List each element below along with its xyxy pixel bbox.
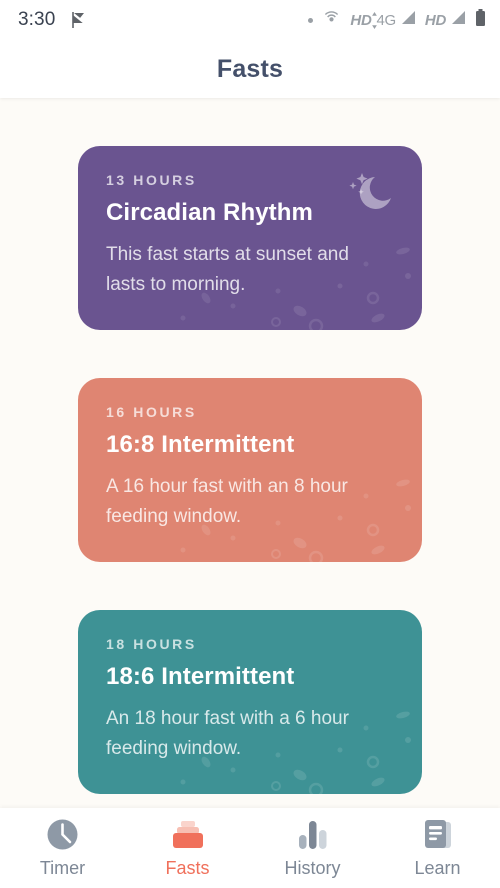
stack-icon: [171, 818, 205, 852]
crescent-moon-icon: [344, 168, 398, 218]
fast-card-title: 18:6 Intermittent: [106, 663, 295, 690]
status-bar-icons: HD 4G HD: [308, 8, 486, 32]
app-header: Fasts: [0, 40, 500, 98]
nav-item-learn[interactable]: Learn: [375, 818, 500, 879]
nav-item-timer[interactable]: Timer: [0, 818, 125, 879]
clock-icon: [46, 818, 79, 852]
fast-card-circadian-rhythm[interactable]: 13 HOURS Circadian Rhythm This fast star…: [78, 146, 422, 330]
nav-label-learn: Learn: [414, 857, 461, 878]
document-icon: [421, 818, 455, 852]
hd-icon-2: HD: [424, 11, 446, 29]
status-bar-clock: 3:30: [18, 9, 56, 30]
hd-icon: HD: [350, 11, 372, 29]
network-status-group: HD 4G: [350, 10, 416, 31]
nav-label-history: History: [284, 857, 341, 878]
hotspot-icon: [322, 8, 341, 32]
dot-indicator: [308, 17, 314, 23]
fasts-list[interactable]: 13 HOURS Circadian Rhythm This fast star…: [0, 98, 500, 808]
signal-bars-icon: [399, 10, 416, 31]
flag-mute-icon: [69, 10, 89, 30]
fast-card-description: This fast starts at sunset and lasts to …: [106, 244, 349, 295]
fast-card-title: 16:8 Intermittent: [106, 431, 295, 458]
fast-card-16-8-intermittent[interactable]: 16 HOURS 16:8 Intermittent A 16 hour fas…: [78, 378, 422, 562]
nav-label-timer: Timer: [39, 857, 86, 878]
battery-icon: [475, 8, 486, 32]
fast-card-description: An 18 hour fast with a 6 hour feeding wi…: [106, 708, 349, 759]
bar-chart-icon: [296, 818, 330, 852]
nav-label-fasts: Fasts: [165, 857, 210, 878]
signal-bars-icon-2: [449, 10, 466, 31]
status-bar: 3:30 HD 4G HD: [0, 0, 500, 40]
nav-item-fasts[interactable]: Fasts: [125, 818, 250, 879]
nav-item-history[interactable]: History: [250, 818, 375, 879]
fast-card-description: A 16 hour fast with an 8 hour feeding wi…: [106, 476, 348, 527]
page-title: Fasts: [216, 54, 284, 83]
fast-card-18-6-intermittent[interactable]: 18 HOURS 18:6 Intermittent An 18 hour fa…: [78, 610, 422, 794]
fast-card-hours: 18 HOURS: [106, 636, 197, 652]
network-status-group-2: HD: [425, 10, 466, 31]
network-4g-label: 4G: [376, 11, 397, 29]
app-screen: 3:30 HD 4G HD Fasts 13 HOURS Circadian R…: [0, 0, 500, 888]
bottom-navigation: Timer Fasts History Learn: [0, 808, 500, 888]
fast-card-hours: 16 HOURS: [106, 404, 197, 420]
